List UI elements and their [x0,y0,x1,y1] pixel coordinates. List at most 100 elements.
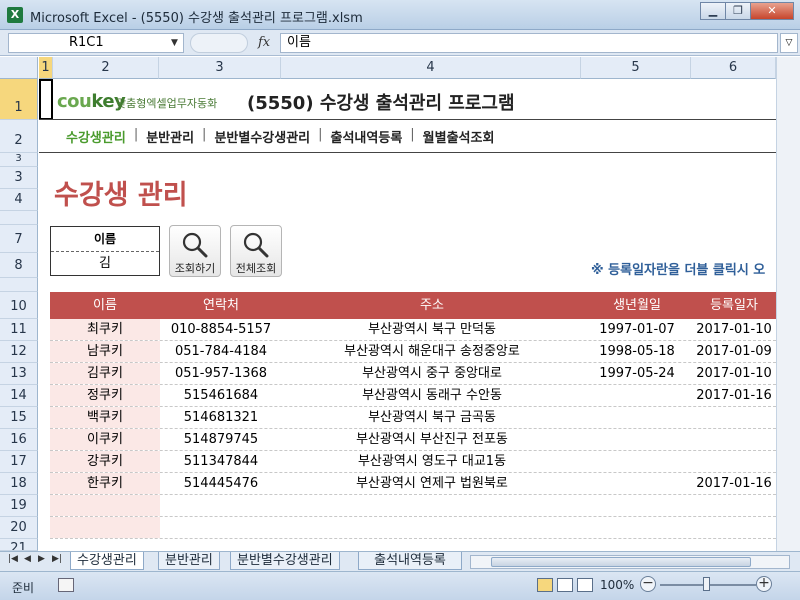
cell-name[interactable]: 한쿠키 [50,473,160,494]
expand-formula-bar-icon[interactable]: ▽ [780,33,798,53]
cell-regdate[interactable] [692,451,776,472]
cell-name[interactable]: 백쿠키 [50,407,160,428]
cell-phone[interactable]: 514681321 [160,407,282,428]
table-row[interactable]: 남쿠키 051-784-4184 부산광역시 해운대구 송정중앙로 1998-05-1… [50,341,776,363]
cell-birthdate[interactable] [582,451,692,472]
search-button[interactable]: 조회하기 [169,225,221,277]
cell-address[interactable]: 부산광역시 중구 중앙대로 [282,363,582,384]
cell-address[interactable]: 부산광역시 북구 금곡동 [282,407,582,428]
last-sheet-icon[interactable]: ▶| [52,554,62,564]
column-header[interactable]: 5 [581,57,691,79]
table-row[interactable]: 김쿠키 051-957-1368 부산광역시 중구 중앙대로 1997-05-24 20… [50,363,776,385]
sheet-tab[interactable]: 분반관리 [158,552,220,570]
cell-name[interactable]: 김쿠키 [50,363,160,384]
horizontal-scrollbar[interactable] [470,555,790,569]
row-header[interactable] [0,278,38,292]
row-header[interactable]: 10 [0,292,38,319]
table-row[interactable]: 한쿠키 514445476 부산광역시 연제구 법원북로 2017-01-16 [50,473,776,495]
nav-item-monthly-attendance[interactable]: 월별출석조회 [415,127,503,146]
row-header[interactable]: 14 [0,385,38,407]
cell-regdate[interactable] [692,495,776,516]
zoom-level[interactable]: 100% [600,578,634,592]
normal-view-icon[interactable] [537,578,553,592]
row-header[interactable]: 2 [0,120,38,153]
next-sheet-icon[interactable]: ▶ [38,554,45,564]
row-header[interactable]: 18 [0,473,38,495]
cell-address[interactable]: 부산광역시 해운대구 송정중앙로 [282,341,582,362]
nav-item-classes[interactable]: 분반관리 [138,127,202,146]
cell-name[interactable]: 정쿠키 [50,385,160,406]
zoom-slider-thumb[interactable] [703,577,710,591]
cell-address[interactable]: 부산광역시 부산진구 전포동 [282,429,582,450]
row-header[interactable]: 15 [0,407,38,429]
row-header[interactable]: 12 [0,341,38,363]
excel-app-icon[interactable]: X [7,7,23,23]
table-row[interactable]: 최쿠키 010-8854-5157 부산광역시 북구 만덕동 1997-01-07 20… [50,319,776,341]
cell-name[interactable] [50,495,160,516]
cell-phone[interactable]: 051-957-1368 [160,363,282,384]
sheet-tab[interactable]: 분반별수강생관리 [230,552,340,570]
cell-phone[interactable]: 051-784-4184 [160,341,282,362]
insert-function-icon[interactable]: fx [258,35,270,50]
cell-address[interactable]: 부산광역시 영도구 대교1동 [282,451,582,472]
cell-birthdate[interactable]: 1997-05-24 [582,363,692,384]
cell-regdate[interactable] [692,407,776,428]
table-row[interactable]: 백쿠키 514681321 부산광역시 북구 금곡동 [50,407,776,429]
cell-name[interactable]: 이쿠키 [50,429,160,450]
cell-address[interactable]: 부산광역시 연제구 법원북로 [282,473,582,494]
cell-phone[interactable] [160,495,282,516]
column-header[interactable]: 2 [53,57,159,79]
row-header[interactable]: 7 [0,225,38,253]
column-header[interactable]: 3 [159,57,281,79]
vertical-scrollbar[interactable] [776,57,800,551]
cell-birthdate[interactable] [582,517,692,538]
name-box[interactable]: R1C1 [8,33,184,53]
scroll-thumb[interactable] [491,557,751,567]
cell-birthdate[interactable] [582,407,692,428]
zoom-in-icon[interactable]: + [756,576,772,592]
nav-item-class-students[interactable]: 분반별수강생관리 [206,127,318,146]
cell-name[interactable]: 남쿠키 [50,341,160,362]
cell-phone[interactable]: 514879745 [160,429,282,450]
table-row[interactable]: 강쿠키 511347844 부산광역시 영도구 대교1동 [50,451,776,473]
close-button[interactable]: ✕ [750,2,794,20]
cell-address[interactable] [282,517,582,538]
table-row[interactable] [50,495,776,517]
row-header[interactable]: 13 [0,363,38,385]
cell-name[interactable]: 강쿠키 [50,451,160,472]
column-header[interactable]: 6 [691,57,776,79]
cell-birthdate[interactable] [582,385,692,406]
nav-item-students[interactable]: 수강생관리 [66,127,134,146]
page-layout-view-icon[interactable] [557,578,573,592]
minimize-button[interactable]: ▁ [700,2,726,20]
cell-phone[interactable] [160,517,282,538]
first-sheet-icon[interactable]: |◀ [8,554,18,564]
select-all-corner[interactable] [0,57,38,79]
row-header[interactable]: 8 [0,253,38,278]
cell-regdate[interactable]: 2017-01-09 [692,341,776,362]
table-row[interactable] [50,517,776,539]
row-header[interactable]: 19 [0,495,38,517]
row-header[interactable]: 17 [0,451,38,473]
cell-birthdate[interactable] [582,473,692,494]
formula-input[interactable]: 이름 [280,33,778,53]
cell-regdate[interactable] [692,429,776,450]
cell-phone[interactable]: 515461684 [160,385,282,406]
macro-record-icon[interactable] [58,578,74,592]
cell-name[interactable]: 최쿠키 [50,319,160,340]
cell-name[interactable] [50,517,160,538]
column-header[interactable]: 4 [281,57,581,79]
search-input[interactable]: 김 [51,252,159,276]
prev-sheet-icon[interactable]: ◀ [24,554,31,564]
sheet-tab[interactable]: 출석내역등록 [358,552,462,570]
cell-address[interactable] [282,495,582,516]
active-cell-outline[interactable] [39,79,53,120]
show-all-button[interactable]: 전체조회 [230,225,282,277]
table-row[interactable]: 이쿠키 514879745 부산광역시 부산진구 전포동 [50,429,776,451]
row-header[interactable]: 16 [0,429,38,451]
row-header[interactable] [0,211,38,225]
cell-address[interactable]: 부산광역시 동래구 수안동 [282,385,582,406]
cell-phone[interactable]: 511347844 [160,451,282,472]
row-header[interactable]: 21 [0,539,38,551]
cell-address[interactable]: 부산광역시 북구 만덕동 [282,319,582,340]
